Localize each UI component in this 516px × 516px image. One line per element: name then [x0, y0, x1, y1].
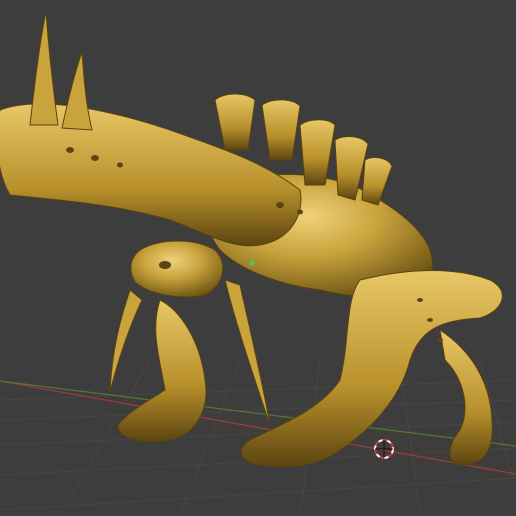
3d-cursor-icon[interactable]: [374, 439, 394, 459]
model-cannon-spike: [29, 11, 59, 126]
model-front-claw: [109, 289, 143, 393]
origin-point: [249, 260, 255, 266]
3d-viewport[interactable]: [0, 0, 516, 516]
sculpted-creature-model[interactable]: [0, 11, 503, 468]
model-back-leg: [439, 328, 493, 466]
viewport-canvas[interactable]: [0, 0, 516, 516]
model-cannon-spike: [61, 51, 93, 131]
model-head: [130, 240, 224, 298]
model-front-claw: [224, 279, 271, 426]
